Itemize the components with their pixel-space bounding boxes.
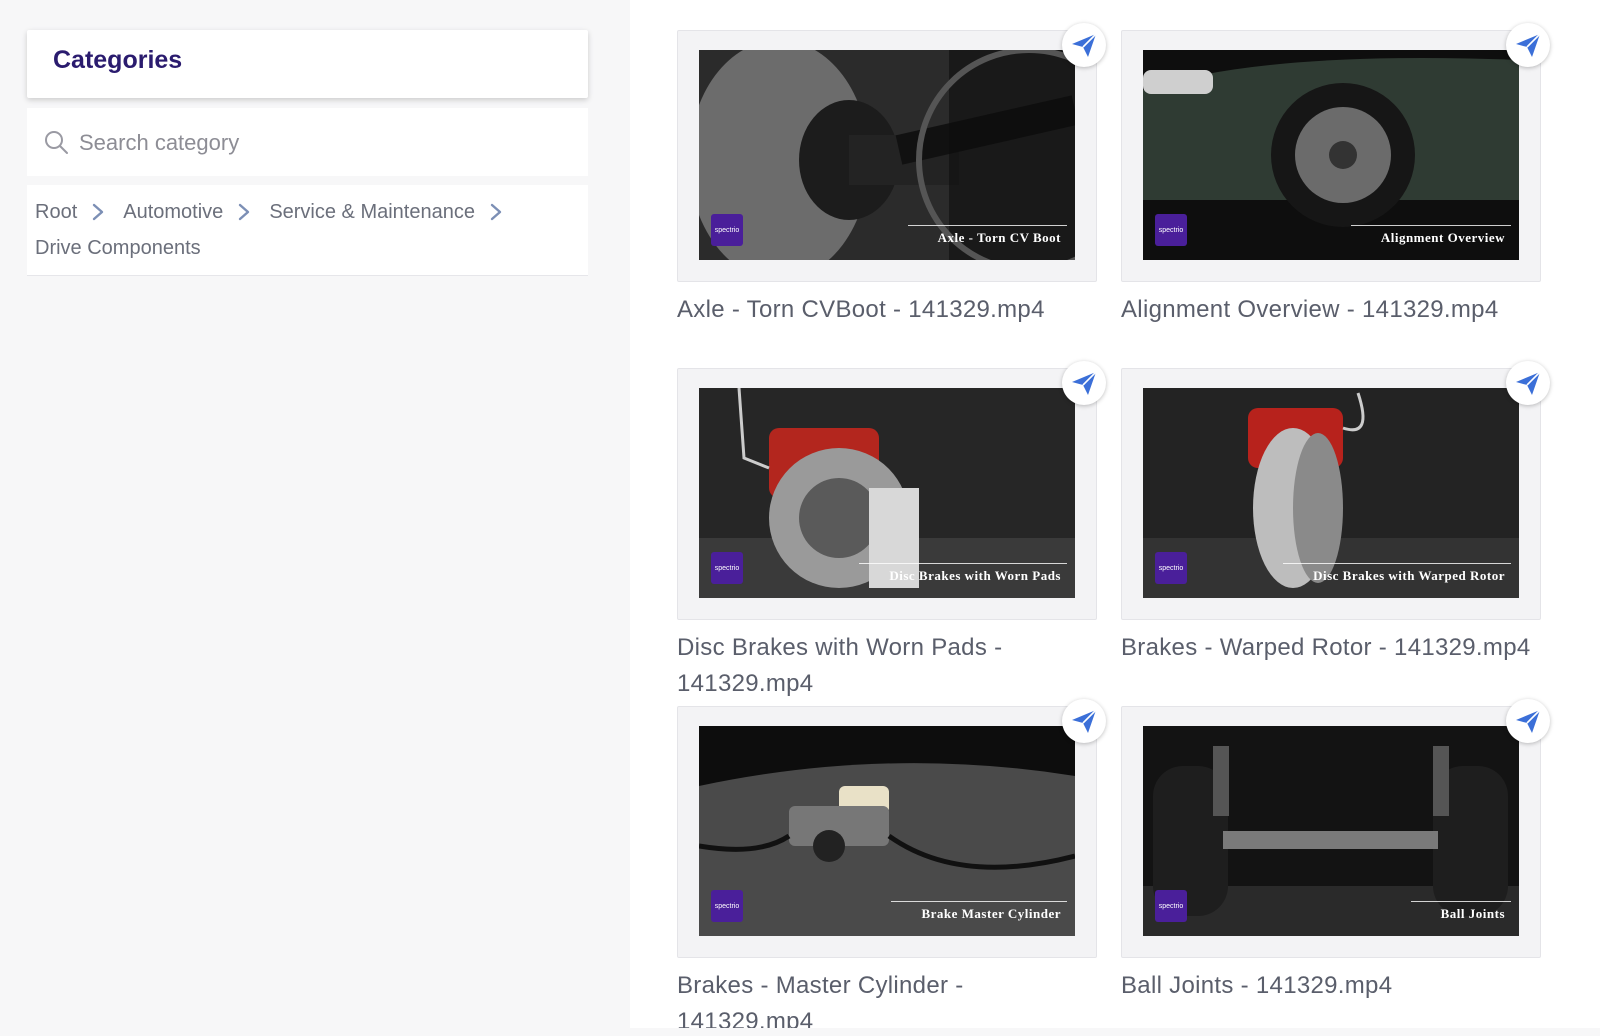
video-title[interactable]: Brakes - Warped Rotor - 141329.mp4 — [1121, 630, 1541, 666]
video-title[interactable]: Alignment Overview - 141329.mp4 — [1121, 292, 1541, 328]
video-title[interactable]: Axle - Torn CVBoot - 141329.mp4 — [677, 292, 1097, 328]
search-category-input[interactable] — [77, 122, 561, 164]
breadcrumb: Root Automotive Service & Maintenance Drive… — [27, 185, 588, 276]
thumbnail-overlay-label: Alignment Overview — [1350, 225, 1511, 250]
video-thumbnail[interactable]: spectrio Alignment Overview — [1143, 50, 1519, 260]
thumbnail-overlay-label: Disc Brakes with Worn Pads — [859, 563, 1067, 588]
spectrio-logo: spectrio — [711, 890, 743, 922]
video-grid: spectrio Axle - Torn CV Boot Axle - Torn C… — [630, 0, 1600, 1028]
send-icon — [1072, 371, 1097, 395]
thumbnail-overlay-label: Ball Joints — [1410, 901, 1511, 926]
chevron-right-icon — [239, 203, 250, 221]
breadcrumb-item[interactable]: Drive Components — [35, 235, 201, 261]
video-grid-panel: spectrio Axle - Torn CV Boot Axle - Torn C… — [630, 0, 1600, 1028]
video-thumbnail-frame[interactable]: spectrio Alignment Overview — [1121, 23, 1550, 282]
send-icon — [1072, 33, 1097, 57]
video-thumbnail-frame[interactable]: spectrio Disc Brakes with Worn Pads — [677, 361, 1106, 620]
video-thumbnail[interactable]: spectrio Axle - Torn CV Boot — [699, 50, 1075, 260]
send-button[interactable] — [1506, 361, 1550, 405]
video-thumbnail[interactable]: spectrio Brake Master Cylinder — [699, 726, 1075, 936]
video-title[interactable]: Disc Brakes with Worn Pads - 141329.mp4 — [677, 630, 1097, 702]
video-thumbnail[interactable]: spectrio Ball Joints — [1143, 726, 1519, 936]
send-button[interactable] — [1062, 699, 1106, 743]
send-icon — [1516, 33, 1541, 57]
thumbnail-overlay-label: Brake Master Cylinder — [891, 901, 1067, 926]
spectrio-logo: spectrio — [711, 552, 743, 584]
video-thumbnail-frame[interactable]: spectrio Axle - Torn CV Boot — [677, 23, 1106, 282]
video-thumbnail-frame[interactable]: spectrio Disc Brakes with Warped Rotor — [1121, 361, 1550, 620]
send-button[interactable] — [1506, 23, 1550, 67]
breadcrumb-item[interactable]: Root — [35, 199, 77, 225]
categories-title: Categories — [53, 46, 183, 74]
video-thumbnail-frame[interactable]: spectrio Brake Master Cylinder — [677, 699, 1106, 958]
video-thumbnail[interactable]: spectrio Disc Brakes with Warped Rotor — [1143, 388, 1519, 598]
thumbnail-overlay-label: Axle - Torn CV Boot — [907, 225, 1067, 250]
sidebar: Categories Root Automotive Service & Maint… — [0, 0, 630, 1036]
send-button[interactable] — [1506, 699, 1550, 743]
spectrio-logo: spectrio — [711, 214, 743, 246]
spectrio-logo: spectrio — [1155, 214, 1187, 246]
chevron-right-icon — [93, 203, 104, 221]
categories-header: Categories — [27, 30, 588, 98]
send-icon — [1516, 709, 1541, 733]
send-button[interactable] — [1062, 23, 1106, 67]
breadcrumb-item[interactable]: Service & Maintenance — [269, 199, 475, 225]
search-icon — [45, 131, 68, 154]
send-icon — [1516, 371, 1541, 395]
video-thumbnail-frame[interactable]: spectrio Ball Joints — [1121, 699, 1550, 958]
send-button[interactable] — [1062, 361, 1106, 405]
video-title[interactable]: Brakes - Master Cylinder - 141329.mp4 — [677, 968, 1097, 1028]
thumbnail-overlay-label: Disc Brakes with Warped Rotor — [1283, 563, 1511, 588]
spectrio-logo: spectrio — [1155, 890, 1187, 922]
spectrio-logo: spectrio — [1155, 552, 1187, 584]
send-icon — [1072, 709, 1097, 733]
breadcrumb-item[interactable]: Automotive — [123, 199, 223, 225]
video-thumbnail[interactable]: spectrio Disc Brakes with Worn Pads — [699, 388, 1075, 598]
category-search[interactable] — [27, 108, 588, 176]
chevron-right-icon — [490, 203, 502, 221]
video-title[interactable]: Ball Joints - 141329.mp4 — [1121, 968, 1541, 1004]
